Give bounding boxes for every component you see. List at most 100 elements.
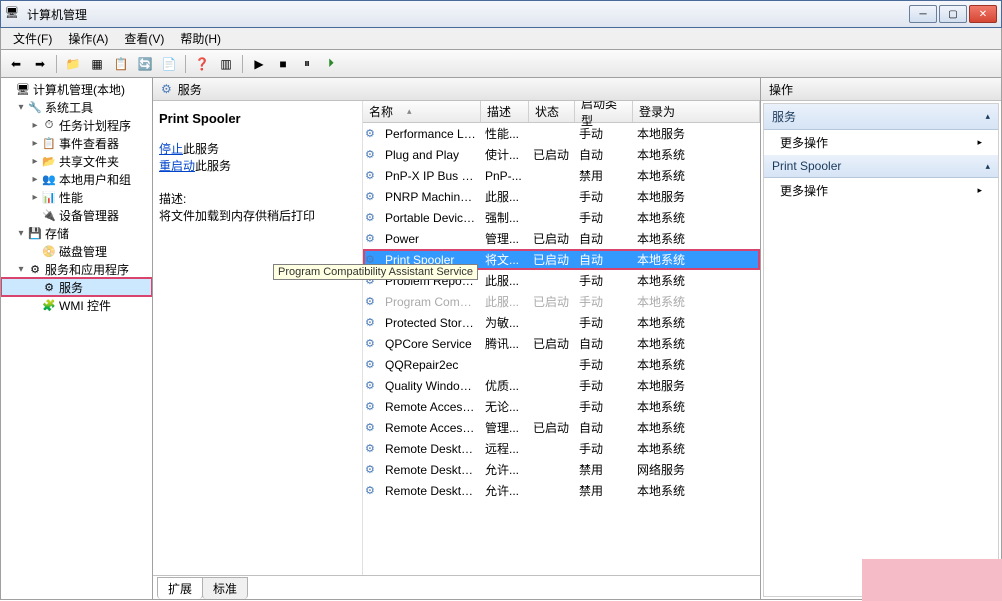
menu-view[interactable]: 查看(V) bbox=[116, 28, 172, 49]
properties-button[interactable]: ▦ bbox=[86, 53, 108, 75]
help-button[interactable]: ❓ bbox=[191, 53, 213, 75]
service-row[interactable]: ⚙Remote Deskto...远程...手动本地系统 bbox=[363, 438, 760, 459]
close-button[interactable]: ✕ bbox=[969, 5, 997, 23]
cell-name: Remote Deskto... bbox=[381, 484, 481, 498]
tree-performance[interactable]: ▸📊性能 bbox=[1, 188, 152, 206]
cell-name: QPCore Service bbox=[381, 337, 481, 351]
service-row[interactable]: ⚙Remote Access ...无论...手动本地系统 bbox=[363, 396, 760, 417]
main-panel: ⚙ 服务 Print Spooler 停止此服务 重启动此服务 描述: 将文件加… bbox=[153, 78, 761, 599]
cell-status: 已启动 bbox=[529, 251, 575, 268]
cell-name: Remote Access ... bbox=[381, 400, 481, 414]
col-start[interactable]: 启动类型 bbox=[575, 101, 633, 122]
cell-logon: 本地系统 bbox=[633, 272, 760, 289]
service-row[interactable]: ⚙QPCore Service腾讯...已启动自动本地系统 bbox=[363, 333, 760, 354]
cell-start: 手动 bbox=[575, 314, 633, 331]
cell-desc: PnP-... bbox=[481, 169, 529, 183]
service-row[interactable]: ⚙Performance Lo...性能...手动本地服务 bbox=[363, 123, 760, 144]
cell-start: 手动 bbox=[575, 440, 633, 457]
action-more-selected[interactable]: 更多操作▸ bbox=[764, 178, 998, 203]
minimize-button[interactable]: ─ bbox=[909, 5, 937, 23]
service-row[interactable]: ⚙Power管理...已启动自动本地系统 bbox=[363, 228, 760, 249]
export-list-button[interactable]: 📄 bbox=[158, 53, 180, 75]
export-button[interactable]: 📋 bbox=[110, 53, 132, 75]
tree-event-viewer[interactable]: ▸📋事件查看器 bbox=[1, 134, 152, 152]
settings-button[interactable]: ▥ bbox=[215, 53, 237, 75]
stop-link[interactable]: 停止 bbox=[159, 142, 183, 156]
stop-service-button[interactable]: ■ bbox=[272, 53, 294, 75]
tree-storage[interactable]: ▾💾存储 bbox=[1, 224, 152, 242]
service-row[interactable]: ⚙Portable Device ...强制...手动本地系统 bbox=[363, 207, 760, 228]
tree-system-tools[interactable]: ▾🔧系统工具 bbox=[1, 98, 152, 116]
cell-start: 手动 bbox=[575, 125, 633, 142]
tree-shared-folders[interactable]: ▸📂共享文件夹 bbox=[1, 152, 152, 170]
action-section-selected[interactable]: Print Spooler▴ bbox=[764, 155, 998, 178]
service-list: 名称 ▴ 描述 状态 启动类型 登录为 ⚙Performance Lo...性能… bbox=[363, 101, 760, 575]
service-row[interactable]: ⚙QQRepair2ec手动本地系统 bbox=[363, 354, 760, 375]
tab-standard[interactable]: 标准 bbox=[202, 577, 248, 599]
tree-local-users[interactable]: ▸👥本地用户和组 bbox=[1, 170, 152, 188]
tree-disk-management[interactable]: 📀磁盘管理 bbox=[1, 242, 152, 260]
cell-status: 已启动 bbox=[529, 230, 575, 247]
gear-icon: ⚙ bbox=[365, 190, 381, 203]
start-service-button[interactable]: ▶ bbox=[248, 53, 270, 75]
detail-panel: Print Spooler 停止此服务 重启动此服务 描述: 将文件加载到内存供… bbox=[153, 101, 363, 575]
gear-icon: ⚙ bbox=[365, 211, 381, 224]
col-logon[interactable]: 登录为 bbox=[633, 101, 760, 122]
menu-file[interactable]: 文件(F) bbox=[5, 28, 60, 49]
cell-start: 自动 bbox=[575, 146, 633, 163]
cell-start: 手动 bbox=[575, 398, 633, 415]
service-row[interactable]: ⚙Quality Windows...优质...手动本地服务 bbox=[363, 375, 760, 396]
tree-root[interactable]: 🖥计算机管理(本地) bbox=[1, 80, 152, 98]
cell-desc: 管理... bbox=[481, 230, 529, 247]
cell-name: Program Compati... bbox=[381, 295, 481, 309]
gear-icon: ⚙ bbox=[365, 337, 381, 350]
rows-container[interactable]: ⚙Performance Lo...性能...手动本地服务⚙Plug and P… bbox=[363, 123, 760, 575]
show-tree-button[interactable]: 📁 bbox=[62, 53, 84, 75]
cell-name: PNRP Machine ... bbox=[381, 190, 481, 204]
menu-action[interactable]: 操作(A) bbox=[60, 28, 116, 49]
gear-icon: ⚙ bbox=[365, 421, 381, 434]
cell-desc: 允许... bbox=[481, 461, 529, 478]
col-status[interactable]: 状态 bbox=[529, 101, 575, 122]
cell-desc: 允许... bbox=[481, 482, 529, 499]
action-section-services[interactable]: 服务▴ bbox=[764, 104, 998, 130]
service-row[interactable]: ⚙PNRP Machine ...此服...手动本地服务 bbox=[363, 186, 760, 207]
cell-logon: 本地系统 bbox=[633, 398, 760, 415]
tree-device-manager[interactable]: 🔌设备管理器 bbox=[1, 206, 152, 224]
restart-service-button[interactable]: ⏵ bbox=[320, 53, 342, 75]
cell-start: 手动 bbox=[575, 188, 633, 205]
tree-wmi[interactable]: 🧩WMI 控件 bbox=[1, 296, 152, 314]
cell-start: 手动 bbox=[575, 377, 633, 394]
col-name[interactable]: 名称 ▴ bbox=[363, 101, 481, 122]
col-desc[interactable]: 描述 bbox=[481, 101, 529, 122]
action-more-services[interactable]: 更多操作▸ bbox=[764, 130, 998, 155]
cell-logon: 本地系统 bbox=[633, 209, 760, 226]
tree-services-apps[interactable]: ▾⚙服务和应用程序 bbox=[1, 260, 152, 278]
service-row[interactable]: ⚙Plug and Play使计...已启动自动本地系统 bbox=[363, 144, 760, 165]
tab-extended[interactable]: 扩展 bbox=[157, 577, 203, 599]
service-row[interactable]: ⚙Remote Deskto...允许...禁用本地系统 bbox=[363, 480, 760, 501]
gear-icon: ⚙ bbox=[365, 316, 381, 329]
pause-service-button[interactable]: ⏸ bbox=[296, 53, 318, 75]
service-row[interactable]: ⚙Protected Storage为敏...手动本地系统 bbox=[363, 312, 760, 333]
cell-logon: 本地系统 bbox=[633, 314, 760, 331]
refresh-button[interactable]: 🔄 bbox=[134, 53, 156, 75]
cell-status: 已启动 bbox=[529, 146, 575, 163]
nav-back-button[interactable]: ⬅ bbox=[5, 53, 27, 75]
cell-desc: 强制... bbox=[481, 209, 529, 226]
service-row[interactable]: ⚙Remote Access ...管理...已启动自动本地系统 bbox=[363, 417, 760, 438]
cell-logon: 本地服务 bbox=[633, 377, 760, 394]
restart-link[interactable]: 重启动 bbox=[159, 159, 195, 173]
cell-desc: 无论... bbox=[481, 398, 529, 415]
nav-forward-button[interactable]: ➡ bbox=[29, 53, 51, 75]
service-row[interactable]: ⚙Program Compati...此服...已启动手动本地系统 bbox=[363, 291, 760, 312]
service-row[interactable]: ⚙Remote Deskto...允许...禁用网络服务 bbox=[363, 459, 760, 480]
cell-logon: 本地系统 bbox=[633, 440, 760, 457]
maximize-button[interactable]: ▢ bbox=[939, 5, 967, 23]
tree-services[interactable]: ⚙服务 bbox=[1, 278, 152, 296]
bottom-tabs: 扩展 标准 bbox=[153, 575, 760, 599]
tree-task-scheduler[interactable]: ▸⏱任务计划程序 bbox=[1, 116, 152, 134]
service-row[interactable]: ⚙PnP-X IP Bus En...PnP-...禁用本地系统 bbox=[363, 165, 760, 186]
menu-help[interactable]: 帮助(H) bbox=[172, 28, 229, 49]
list-header: 名称 ▴ 描述 状态 启动类型 登录为 bbox=[363, 101, 760, 123]
